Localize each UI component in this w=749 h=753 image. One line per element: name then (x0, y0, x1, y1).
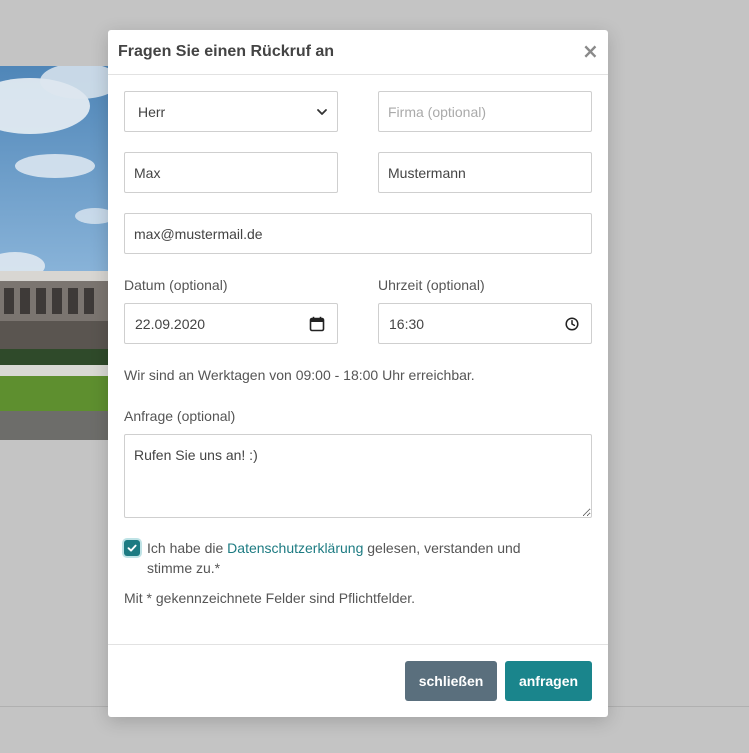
modal-header: Fragen Sie einen Rückruf an × (108, 30, 608, 75)
date-value: 22.09.2020 (135, 315, 206, 332)
privacy-policy-link[interactable]: Datenschutzerklärung (227, 540, 363, 556)
modal-title: Fragen Sie einen Rückruf an (118, 43, 335, 60)
clock-icon[interactable] (565, 316, 579, 331)
consent-checkbox[interactable] (124, 540, 140, 556)
required-fields-note: Mit * gekennzeichnete Felder sind Pflich… (124, 590, 416, 606)
callback-request-modal: Fragen Sie einen Rückruf an × Herr Datum… (108, 30, 608, 717)
request-textarea[interactable]: Rufen Sie uns an! :) (124, 434, 592, 518)
salutation-select[interactable]: Herr (124, 91, 338, 132)
calendar-icon[interactable] (309, 316, 325, 332)
chevron-down-icon (317, 108, 327, 115)
date-label: Datum (optional) (124, 277, 228, 293)
close-modal-button[interactable]: schließen (405, 661, 497, 701)
consent-text: Ich habe die Datenschutzerklärung gelese… (147, 538, 564, 578)
first-name-input[interactable] (124, 152, 338, 193)
checkmark-icon (127, 544, 137, 552)
request-label: Anfrage (optional) (124, 408, 236, 424)
last-name-input[interactable] (378, 152, 592, 193)
submit-request-button[interactable]: anfragen (505, 661, 592, 701)
time-value: 16:30 (389, 315, 425, 332)
email-input[interactable] (124, 213, 592, 254)
privacy-consent: Ich habe die Datenschutzerklärung gelese… (124, 538, 564, 578)
consent-text-prefix: Ich habe die (147, 540, 228, 556)
availability-text: Wir sind an Werktagen von 09:00 - 18:00 … (124, 367, 475, 383)
salutation-select-value: Herr (138, 103, 166, 120)
time-label: Uhrzeit (optional) (378, 277, 485, 293)
company-input[interactable] (378, 91, 592, 132)
close-button[interactable]: × (582, 40, 599, 62)
background-building-photo (0, 66, 108, 440)
time-input[interactable]: 16:30 (378, 303, 592, 344)
date-input[interactable]: 22.09.2020 (124, 303, 338, 344)
modal-footer: schließen anfragen (108, 644, 608, 718)
